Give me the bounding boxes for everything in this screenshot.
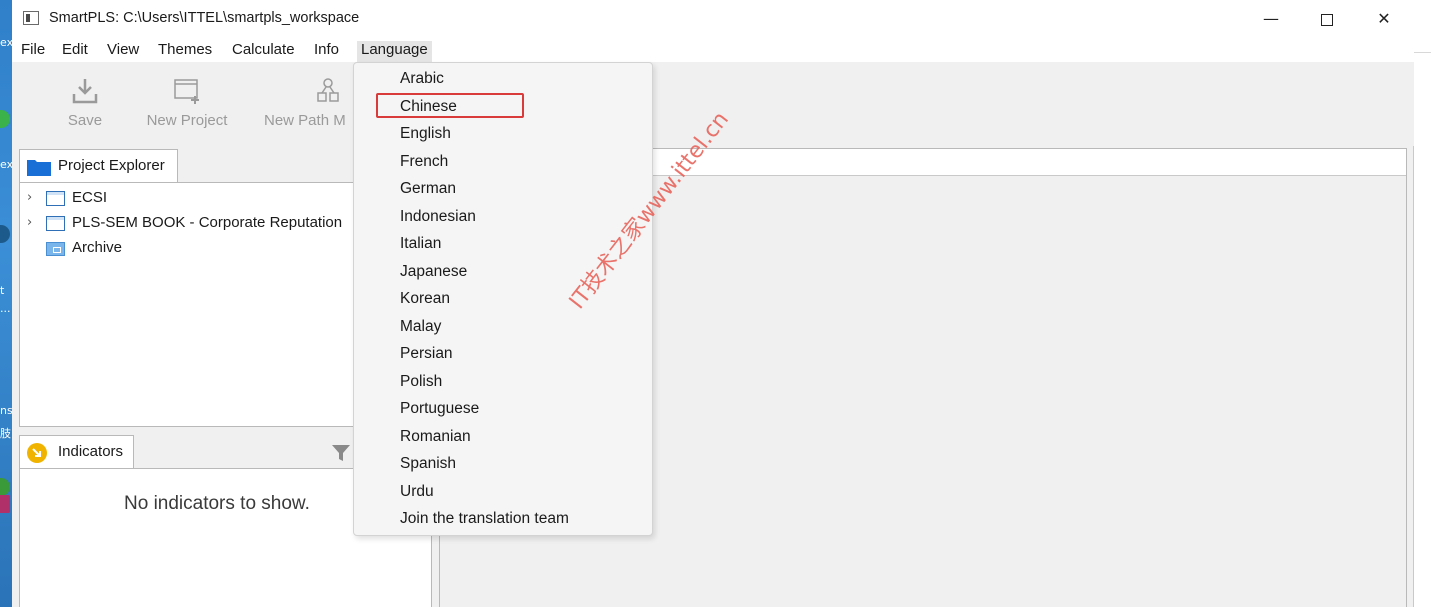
desktop-icon-label: t xyxy=(0,284,5,297)
new-path-model-button[interactable]: New Path M xyxy=(264,76,354,129)
menu-bar: File Edit View Themes Calculate Info Lan… xyxy=(12,38,1414,62)
project-explorer-title: Project Explorer xyxy=(58,157,165,174)
desktop-app-icon[interactable] xyxy=(0,495,10,513)
language-option-label: Portuguese xyxy=(400,400,480,417)
language-option-label: Polish xyxy=(400,372,443,390)
project-icon xyxy=(46,216,65,231)
tab-project-explorer[interactable]: Project Explorer xyxy=(19,149,178,182)
menu-language[interactable]: Language xyxy=(357,41,432,62)
join-translation-team-item[interactable]: Join the translation team xyxy=(354,506,652,532)
language-option-german[interactable]: German xyxy=(354,176,652,202)
new-project-button[interactable]: New Project xyxy=(140,76,234,129)
language-option-label: Arabic xyxy=(400,70,444,87)
language-option-chinese[interactable]: Chinese xyxy=(354,94,652,120)
menu-edit[interactable]: Edit xyxy=(58,41,92,62)
language-option-label: Join the translation team xyxy=(400,510,569,527)
language-option-label: German xyxy=(400,180,456,197)
tree-item-ecsi[interactable]: › ECSI xyxy=(20,188,360,210)
desktop-background: ex ex t ... ns 肢 xyxy=(0,0,12,607)
language-option-arabic[interactable]: Arabic xyxy=(354,66,652,92)
language-option-french[interactable]: French xyxy=(354,149,652,175)
app-icon xyxy=(23,11,39,25)
desktop-background-right xyxy=(1414,0,1431,607)
save-button[interactable]: Save xyxy=(64,76,106,129)
language-option-malay[interactable]: Malay xyxy=(354,314,652,340)
menu-info[interactable]: Info xyxy=(310,41,343,62)
new-path-model-label: New Path M xyxy=(264,112,346,129)
chevron-right-icon[interactable]: › xyxy=(27,215,32,230)
tree-item-label: PLS-SEM BOOK - Corporate Reputation xyxy=(72,214,343,231)
language-option-polish[interactable]: Polish xyxy=(354,369,652,395)
archive-folder-icon xyxy=(46,242,65,256)
tree-item-label: Archive xyxy=(72,239,123,256)
desktop-icon-label: ex xyxy=(0,36,12,49)
language-option-korean[interactable]: Korean xyxy=(354,286,652,312)
language-option-urdu[interactable]: Urdu xyxy=(354,479,652,505)
maximize-icon xyxy=(1321,13,1333,26)
menu-calculate[interactable]: Calculate xyxy=(228,41,299,62)
title-bar: SmartPLS: C:\Users\ITTEL\smartpls_worksp… xyxy=(12,0,1414,38)
path-model-icon xyxy=(312,76,344,106)
language-option-label: Italian xyxy=(400,235,442,252)
language-option-persian[interactable]: Persian xyxy=(354,341,652,367)
project-icon xyxy=(46,191,65,206)
language-option-label: Japanese xyxy=(400,262,468,280)
tree-item-pls-sem-book[interactable]: › PLS-SEM BOOK - Corporate Reputation xyxy=(20,213,360,235)
desktop-icon-label: ... xyxy=(0,302,11,315)
language-option-label: Korean xyxy=(400,290,450,307)
language-option-romanian[interactable]: Romanian xyxy=(354,424,652,450)
language-option-english[interactable]: English xyxy=(354,121,652,147)
folder-icon xyxy=(27,160,51,176)
language-dropdown-menu: Arabic Chinese English French German Ind… xyxy=(353,62,653,536)
language-option-label: English xyxy=(400,125,451,142)
language-option-label: Spanish xyxy=(400,455,457,472)
new-project-icon xyxy=(171,76,203,106)
save-label: Save xyxy=(67,112,103,129)
divider xyxy=(1414,52,1431,53)
desktop-app-icon[interactable] xyxy=(0,478,10,496)
new-project-label: New Project xyxy=(146,112,228,129)
tab-indicators[interactable]: Indicators xyxy=(19,435,134,468)
tree-item-label: ECSI xyxy=(72,189,108,206)
desktop-app-icon[interactable] xyxy=(0,225,10,243)
desktop-icon-label: ex xyxy=(0,158,12,171)
app-window: SmartPLS: C:\Users\ITTEL\smartpls_worksp… xyxy=(12,0,1414,607)
language-option-label: Romanian xyxy=(400,427,471,445)
language-option-spanish[interactable]: Spanish xyxy=(354,451,652,477)
language-option-label: Chinese xyxy=(400,97,457,115)
desktop-icon-label: 肢 xyxy=(0,427,11,440)
indicators-icon xyxy=(27,443,47,463)
minimize-button[interactable]: — xyxy=(1248,2,1294,36)
indicators-title: Indicators xyxy=(58,443,124,460)
desktop-app-icon[interactable] xyxy=(0,110,10,128)
menu-view[interactable]: View xyxy=(103,41,143,62)
chevron-right-icon[interactable]: › xyxy=(27,190,32,205)
indicators-empty-message: No indicators to show. xyxy=(124,493,310,514)
desktop-icon-label: ns xyxy=(0,404,12,417)
language-option-indonesian[interactable]: Indonesian xyxy=(354,204,652,230)
tree-item-archive[interactable]: Archive xyxy=(20,238,360,260)
language-option-label: Persian xyxy=(400,345,453,362)
language-option-label: Urdu xyxy=(400,482,434,500)
close-button[interactable]: ✕ xyxy=(1361,2,1407,36)
download-save-icon xyxy=(69,76,101,106)
language-option-label: Indonesian xyxy=(400,207,476,225)
window-title: SmartPLS: C:\Users\ITTEL\smartpls_worksp… xyxy=(49,10,360,26)
language-option-portuguese[interactable]: Portuguese xyxy=(354,396,652,422)
language-option-label: French xyxy=(400,152,449,170)
maximize-button[interactable] xyxy=(1304,2,1350,36)
filter-icon[interactable] xyxy=(330,442,352,464)
language-option-label: Malay xyxy=(400,317,442,335)
menu-file[interactable]: File xyxy=(17,41,49,62)
menu-themes[interactable]: Themes xyxy=(154,41,216,62)
